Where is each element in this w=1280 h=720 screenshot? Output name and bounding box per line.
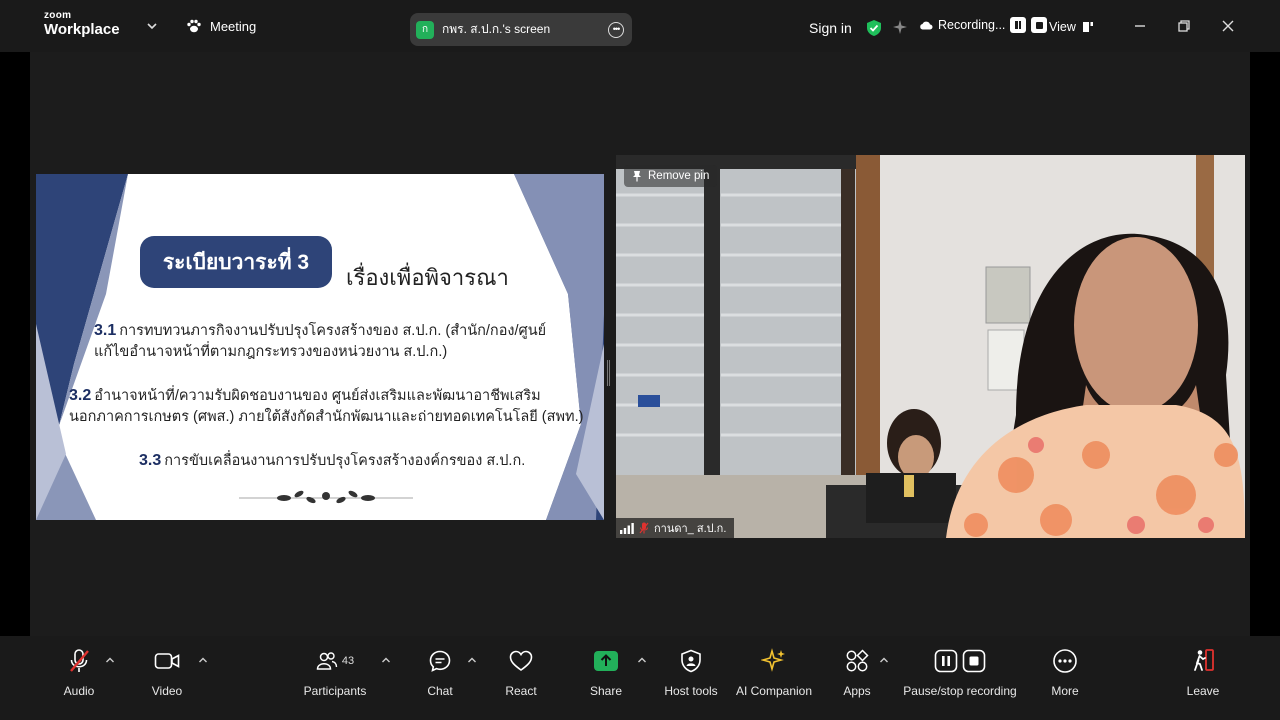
chevron-up-icon[interactable] — [879, 656, 889, 664]
audio-label: Audio — [63, 684, 95, 698]
layout-icon — [1082, 22, 1093, 32]
item-text-line2: แก้ไขอำนาจหน้าที่ตามกฎกระทรวงของหน่วยงาน… — [94, 344, 448, 360]
ai-companion-label: AI Companion — [735, 684, 813, 698]
agenda-item: 3.1 การทบทวนภารกิจงานปรับปรุงโครงสร้างของ… — [94, 320, 546, 363]
brand-top: zoom — [44, 10, 72, 21]
item-text: อำนาจหน้าที่/ความรับผิดชอบงานของ ศูนย์ส่… — [94, 388, 541, 404]
chevron-up-icon[interactable] — [105, 656, 115, 664]
participants-label: Participants — [303, 684, 367, 698]
agenda-item: 3.2 อำนาจหน้าที่/ความรับผิดชอบงานของ ศูนย… — [69, 385, 583, 428]
participant-name-tag: กานดา_ ส.ป.ก. — [616, 518, 735, 538]
more-label: More — [1051, 684, 1079, 698]
top-bar: zoom Workplace Meeting ก กพร. ส.ป.ก.'s s… — [0, 0, 1280, 52]
remove-pin-button[interactable]: Remove pin — [624, 165, 718, 187]
shared-slide: ระเบียบวาระที่ 3 เรื่องเพื่อพิจารณา 3.1 ก… — [36, 174, 604, 520]
item-text-line2: นอกภาคการเกษตร (ศพส.) ภายใต้สังกัดสำนักพ… — [69, 409, 584, 425]
participant-video[interactable]: Remove pin กานดา_ ส.ป.ก. — [616, 155, 1245, 538]
item-text: การขับเคลื่อนงานการปรับปรุงโครงสร้างองค์… — [164, 453, 526, 469]
chat-bubble-icon — [429, 650, 451, 672]
pause-recording-icon[interactable] — [1010, 17, 1027, 33]
brand-bottom: Workplace — [44, 21, 120, 38]
meeting-label: Meeting — [210, 18, 257, 34]
chevron-down-icon[interactable] — [146, 20, 158, 32]
participants-count: 43 — [341, 655, 355, 667]
leave-door-icon — [1194, 649, 1214, 671]
apps-label: Apps — [843, 684, 871, 698]
chevron-up-icon[interactable] — [198, 656, 208, 664]
item-number: 3.3 — [139, 452, 162, 469]
more-button[interactable]: More — [1020, 648, 1110, 698]
view-label: View — [1049, 20, 1076, 34]
shared-screen-title: กพร. ส.ป.ก.'s screen — [442, 22, 551, 36]
pin-icon — [633, 171, 641, 182]
item-number: 3.2 — [69, 387, 92, 404]
item-text: การทบทวนภารกิจงานปรับปรุงโครงสร้างของ ส.… — [119, 323, 547, 339]
agenda-title: ระเบียบวาระที่ 3 — [140, 236, 332, 288]
meeting-toolbar: Audio Video 43 Participants Chat React S… — [0, 636, 1280, 720]
floral-divider-icon — [239, 490, 413, 504]
heart-icon — [509, 650, 533, 671]
more-icon — [1053, 649, 1077, 673]
chevron-up-icon[interactable] — [381, 656, 391, 664]
video-camera-icon — [154, 653, 180, 669]
shield-icon — [681, 649, 701, 673]
agenda-heading: เรื่องเพื่อพิจารณา — [346, 265, 509, 290]
participant-name: กานดา_ ส.ป.ก. — [654, 523, 727, 535]
item-number: 3.1 — [94, 322, 117, 339]
more-options-icon[interactable]: ••• — [608, 21, 624, 38]
sign-in-link[interactable]: Sign in — [809, 20, 852, 36]
signal-bars-icon — [620, 522, 634, 534]
video-label: Video — [151, 684, 183, 698]
pause-recording-icon — [934, 649, 958, 673]
agenda-item: 3.3 การขับเคลื่อนงานการปรับปรุงโครงสร้างอ… — [139, 450, 525, 472]
minimize-icon[interactable] — [1132, 18, 1148, 34]
participants-icon — [316, 652, 338, 670]
camera-feed-image — [616, 155, 1245, 538]
react-button[interactable]: React — [476, 648, 566, 698]
meeting-menu[interactable]: Meeting — [186, 18, 256, 34]
remove-pin-label: Remove pin — [648, 170, 710, 182]
react-label: React — [505, 684, 537, 698]
ai-sparkle-icon — [761, 648, 785, 672]
stop-recording-icon — [962, 649, 986, 673]
sharer-badge: ก — [416, 20, 434, 39]
share-label: Share — [589, 684, 623, 698]
recording-label: Recording... — [938, 18, 1006, 32]
participants-button[interactable]: 43 Participants — [290, 648, 380, 698]
pause-stop-recording-button[interactable]: Pause/stop recording — [900, 648, 1020, 698]
pause-stop-recording-label: Pause/stop recording — [903, 684, 1017, 698]
stop-recording-icon[interactable] — [1031, 17, 1048, 33]
host-tools-button[interactable]: Host tools — [646, 648, 736, 698]
chat-label: Chat — [427, 684, 453, 698]
sparkle-icon[interactable] — [892, 19, 908, 35]
muted-mic-icon — [639, 522, 649, 534]
paw-icon — [187, 19, 201, 33]
view-menu[interactable]: View — [1049, 20, 1094, 34]
muted-mic-icon — [70, 649, 89, 672]
cloud-icon — [920, 21, 933, 30]
split-resize-handle[interactable] — [607, 360, 610, 386]
shared-screen-pill[interactable]: ก กพร. ส.ป.ก.'s screen ••• — [410, 13, 632, 46]
ai-companion-button[interactable]: AI Companion — [729, 648, 819, 698]
zoom-logo: zoom Workplace — [44, 10, 120, 38]
apps-grid-icon — [846, 649, 869, 672]
leave-button[interactable]: Leave — [1158, 648, 1248, 698]
close-icon[interactable] — [1220, 18, 1236, 34]
leave-label: Leave — [1186, 684, 1220, 698]
restore-icon[interactable] — [1176, 18, 1192, 34]
host-tools-label: Host tools — [664, 684, 718, 698]
recording-indicator[interactable]: Recording... — [919, 17, 1048, 33]
shield-check-icon[interactable] — [866, 19, 882, 37]
share-screen-icon — [594, 651, 618, 671]
